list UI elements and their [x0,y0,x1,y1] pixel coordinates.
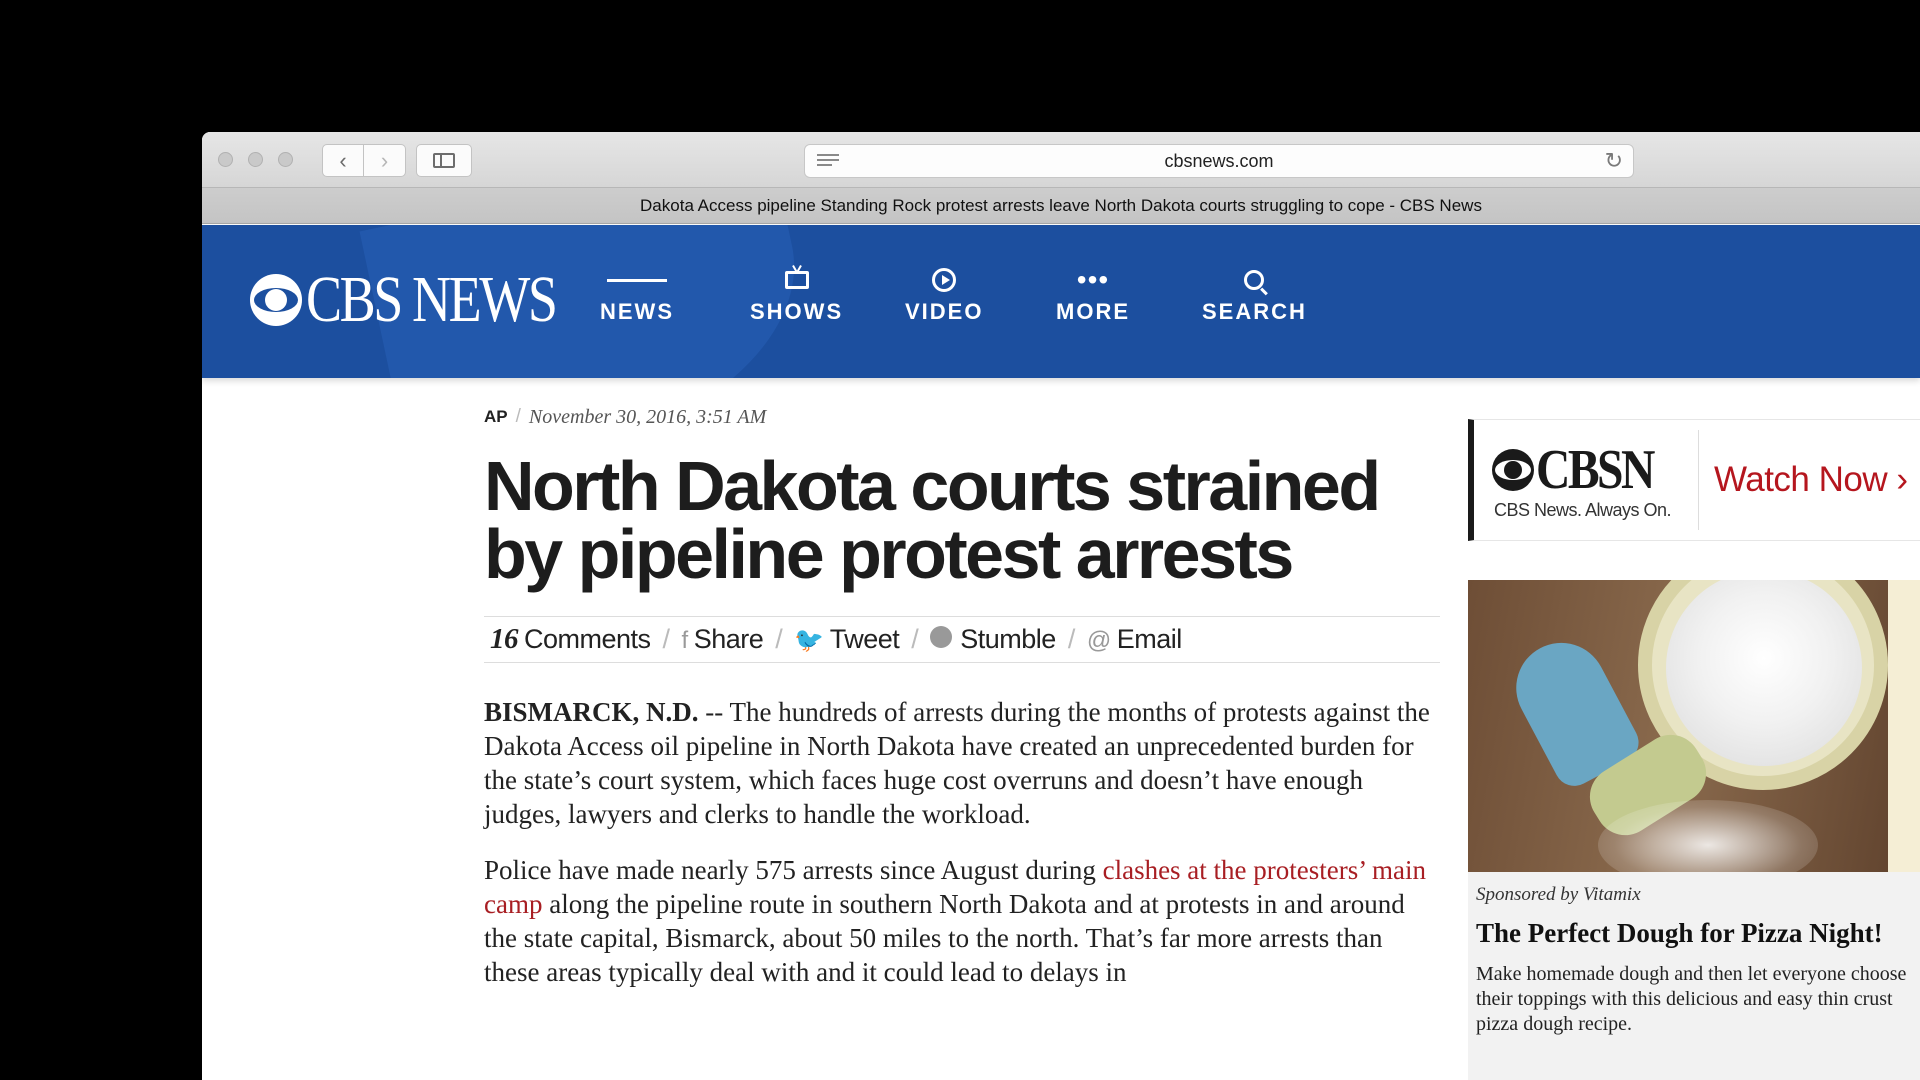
dateline: AP / November 30, 2016, 3:51 AM [484,402,1440,432]
sponsor-label: Sponsored by Vitamix [1476,884,1641,905]
sponsored-promo[interactable]: Sponsored by Vitamix The Perfect Dough f… [1468,580,1920,1080]
reader-view-icon[interactable] [817,154,839,168]
nav-shows-label: SHOWS [750,299,844,324]
cbsn-tagline: CBS News. Always On. [1494,500,1672,520]
facebook-share-button[interactable]: f Share [682,624,764,655]
promo-description: Make homemade dough and then let everyon… [1476,963,1907,1035]
at-sign-icon: @ [1086,627,1111,654]
paragraph-2-text-start: Police have made nearly 575 arrests sinc… [484,855,1103,885]
chevron-left-icon: ‹ [339,147,347,173]
nav-more[interactable]: ••• MORE [1056,265,1130,325]
share-label: Share [693,624,764,654]
email-label: Email [1116,624,1183,654]
paragraph-1: BISMARCK, N.D. -- The hundreds of arrest… [484,695,1440,831]
tv-icon [784,271,809,289]
more-dots-icon: ••• [1076,264,1110,295]
article: AP / November 30, 2016, 3:51 AM North Da… [484,402,1440,1011]
side-bowl-shape [1888,580,1920,872]
list-icon [607,265,667,295]
browser-toolbar: ‹ › cbsnews.com ↻ [202,132,1920,188]
nav-shows[interactable]: SHOWS [750,265,843,325]
stumble-button[interactable]: Stumble [930,624,1056,655]
cbsn-wordmark: CBSN [1536,439,1655,501]
tweet-label: Tweet [829,624,900,654]
nav-more-label: MORE [1056,299,1130,324]
share-separator: / [1067,624,1076,654]
nav-search[interactable]: SEARCH [1202,265,1307,325]
tweet-button[interactable]: 🐦 Tweet [794,624,899,655]
watch-now-link[interactable]: Watch Now › [1714,460,1908,500]
tab-bar: Dakota Access pipeline Standing Rock pro… [202,188,1920,224]
browser-window: ‹ › cbsnews.com ↻ Dakota Access pipeline… [202,132,1920,1080]
cbsn-ad[interactable]: CBSN CBS News. Always On. Watch Now › [1468,419,1920,541]
minimize-window-button[interactable] [248,152,263,167]
cbs-eye-icon [250,274,302,326]
tab-title[interactable]: Dakota Access pipeline Standing Rock pro… [640,196,1482,216]
article-headline: North Dakota courts strained by pipeline… [484,447,1381,593]
facebook-icon: f [681,627,689,654]
stumble-label: Stumble [960,624,1056,654]
sidebar-icon [433,153,455,168]
cbs-news-logo[interactable]: CBS NEWS [250,267,610,333]
address-bar[interactable]: cbsnews.com ↻ [804,144,1634,178]
article-date: November 30, 2016, 3:51 AM [528,405,767,428]
dateline-separator: / [515,406,521,427]
share-separator: / [911,624,919,654]
paragraph-2-text-end: along the pipeline route in southern Nor… [484,889,1405,987]
close-window-button[interactable] [218,152,233,167]
back-button[interactable]: ‹ [322,144,364,177]
nav-video-label: VIDEO [905,299,984,324]
sidebar-toggle-button[interactable] [416,144,472,177]
stumbleupon-icon [930,626,953,648]
divider [1698,430,1699,530]
reload-icon[interactable]: ↻ [1605,148,1623,174]
email-button[interactable]: @ Email [1087,624,1182,655]
promo-image-flour-bowl[interactable] [1468,580,1920,872]
search-icon [1244,270,1265,290]
comments-link[interactable]: 16 Comments [490,623,651,656]
promo-title[interactable]: The Perfect Dough for Pizza Night! [1468,906,1920,948]
share-separator: / [775,624,783,654]
url-text: cbsnews.com [1164,150,1274,171]
paragraph-2: Police have made nearly 575 arrests sinc… [484,853,1440,989]
paragraph-lead: BISMARCK, N.D. [484,697,699,727]
logo-text: CBS NEWS [306,263,558,336]
nav-news[interactable]: NEWS [600,265,674,325]
article-body: BISMARCK, N.D. -- The hundreds of arrest… [484,695,1440,989]
twitter-bird-icon: 🐦 [794,627,824,654]
forward-button[interactable]: › [364,144,406,177]
nav-news-label: NEWS [600,299,674,324]
play-icon [932,268,957,292]
share-bar: 16 Comments / f Share / 🐦 Tweet / Stumble /… [484,616,1440,663]
cbsn-logo: CBSN [1492,442,1673,498]
article-source[interactable]: AP [484,407,508,427]
comment-count: 16 [490,623,519,655]
share-separator: / [662,624,671,654]
comments-label: Comments [524,624,651,654]
cbs-eye-icon [1492,449,1534,491]
chevron-right-icon: › [380,147,389,173]
zoom-window-button[interactable] [278,152,293,167]
site-header: CBS NEWS NEWS SHOWS VIDEO ••• MORE SEARC… [202,225,1920,378]
nav-search-label: SEARCH [1202,299,1307,324]
nav-video[interactable]: VIDEO [905,265,983,325]
